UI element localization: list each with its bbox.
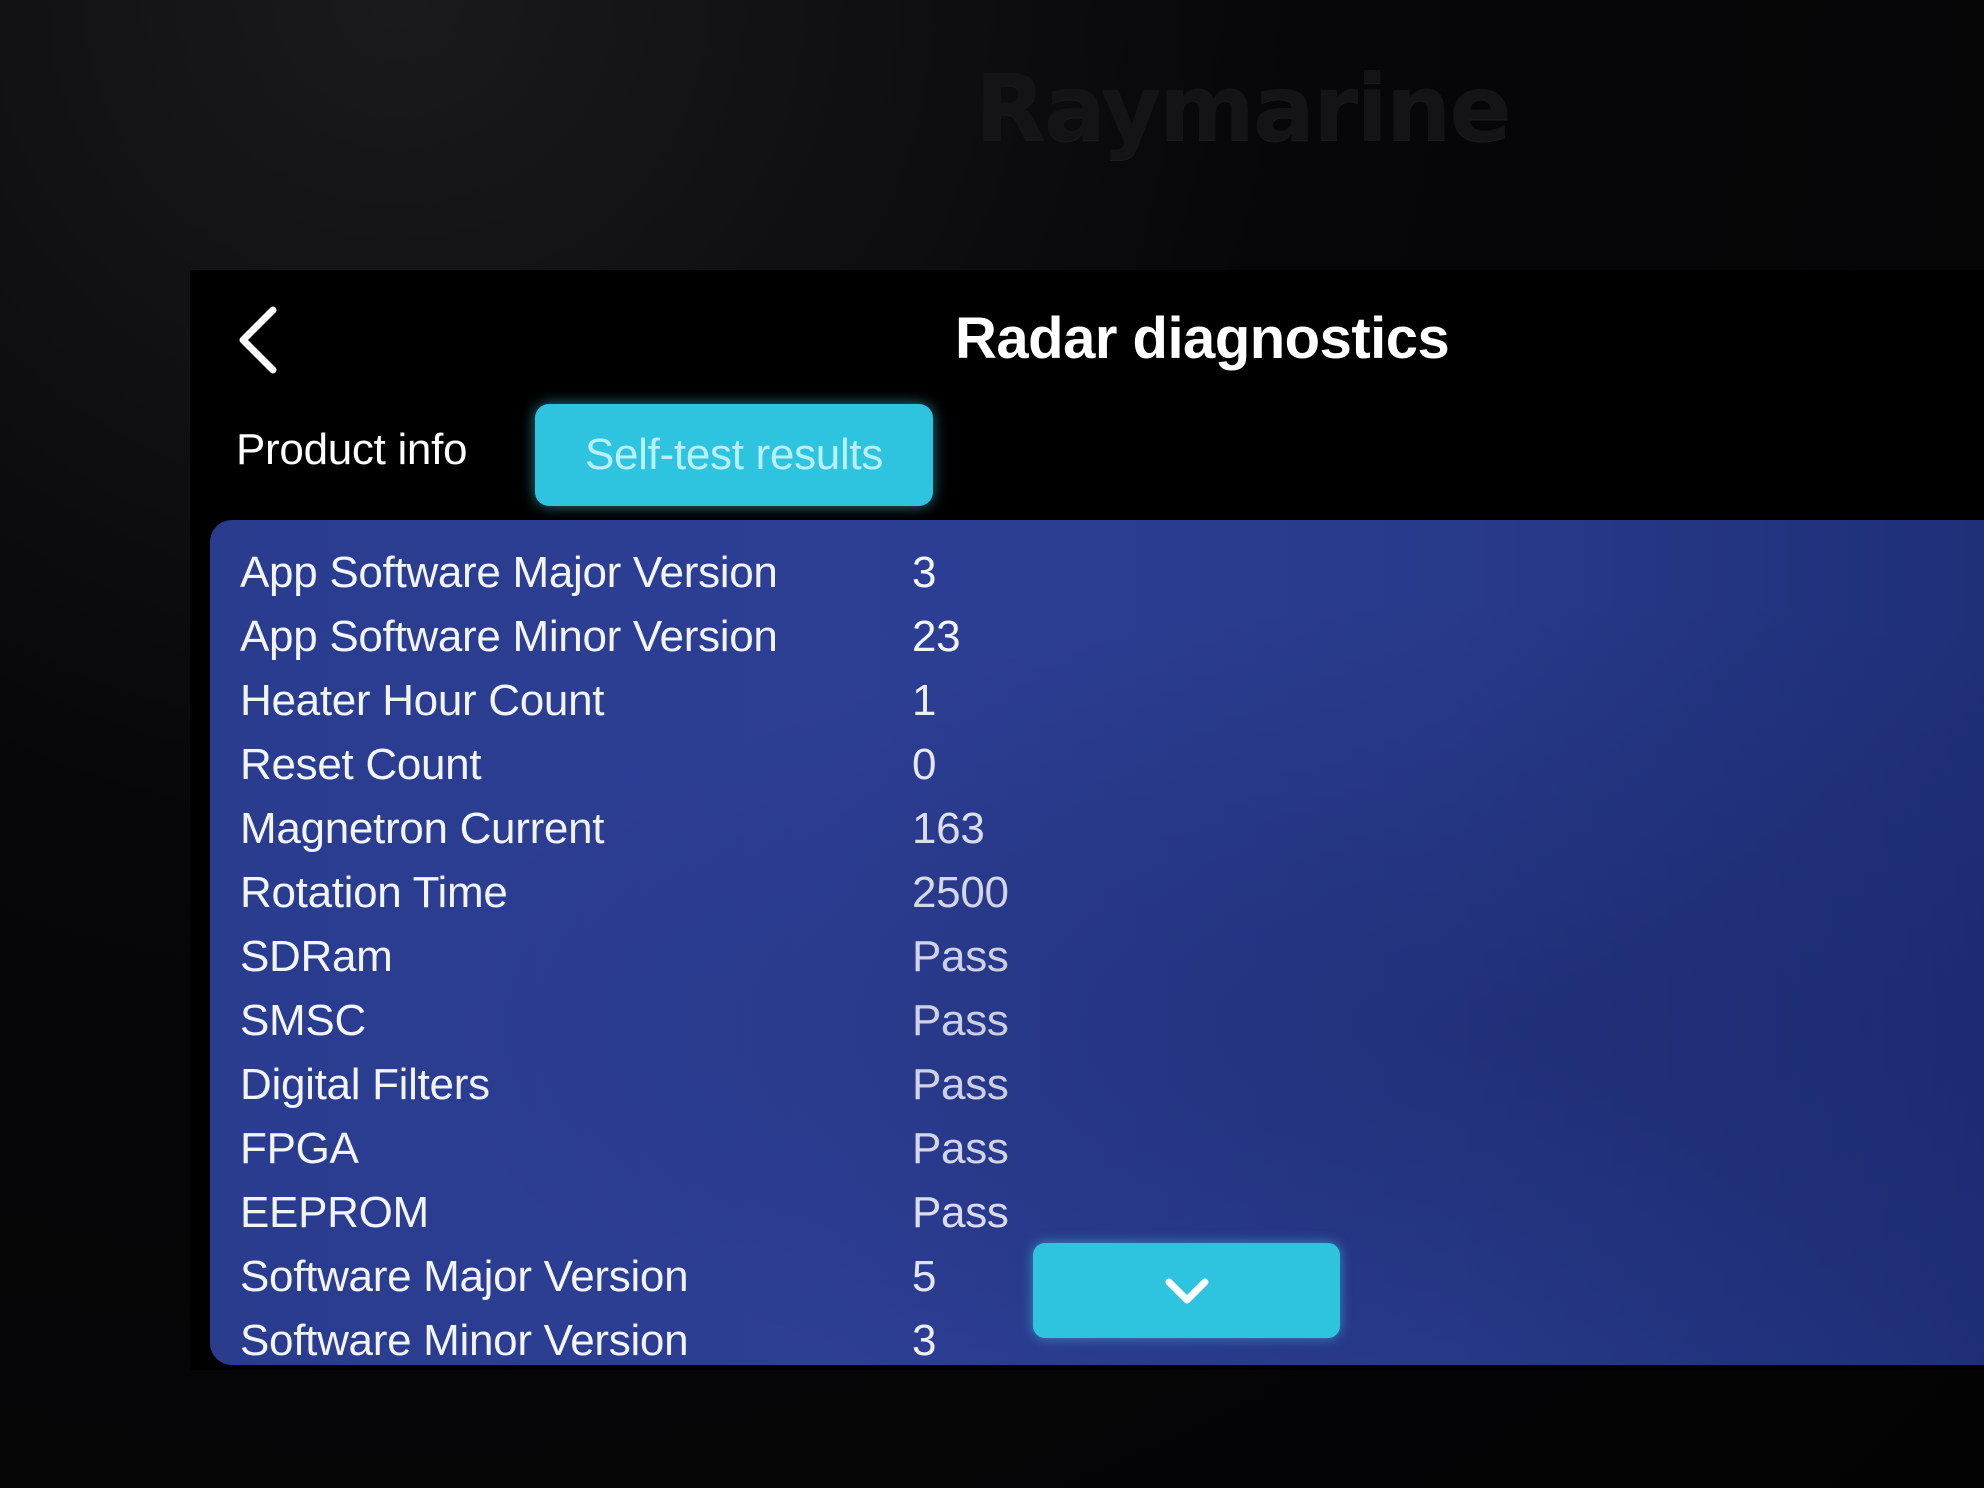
chevron-down-icon [1165, 1278, 1208, 1303]
result-value: 2500 [912, 868, 1009, 917]
brand-logo: Raymarine [975, 55, 1512, 162]
result-row: Reset Count 0 [240, 732, 1240, 796]
tab-self-test-results[interactable]: Self-test results [535, 404, 933, 506]
tab-label: Self-test results [584, 430, 884, 479]
result-value: Pass [912, 1060, 1009, 1109]
result-label: Software Minor Version [240, 1316, 689, 1365]
result-value: Pass [912, 1124, 1009, 1173]
result-row: Digital Filters Pass [240, 1052, 1240, 1116]
result-row: App Software Minor Version 23 [240, 604, 1240, 668]
result-label: Rotation Time [240, 868, 508, 917]
result-label: Heater Hour Count [240, 676, 605, 725]
result-row: SMSC Pass [240, 988, 1240, 1052]
chevron-left-icon [239, 306, 277, 374]
result-label: SMSC [240, 996, 366, 1045]
result-value: 23 [912, 612, 961, 661]
page-title: Radar diagnostics [955, 306, 1450, 371]
result-value: 3 [912, 548, 937, 597]
back-button[interactable] [225, 300, 295, 380]
results-panel[interactable]: App Software Major Version 3 App Softwar… [210, 520, 1984, 1365]
tab-product-info[interactable]: Product info [236, 425, 468, 475]
result-value: 5 [912, 1252, 937, 1301]
results-list: App Software Major Version 3 App Softwar… [240, 540, 1240, 1365]
result-row: SDRam Pass [240, 924, 1240, 988]
result-label: App Software Major Version [240, 548, 778, 597]
result-row: FPGA Pass [240, 1116, 1240, 1180]
result-value: 0 [912, 740, 937, 789]
result-row: Rotation Time 2500 [240, 860, 1240, 924]
result-label: Magnetron Current [240, 804, 605, 853]
result-label: EEPROM [240, 1188, 429, 1237]
result-label: App Software Minor Version [240, 612, 778, 661]
result-label: Digital Filters [240, 1060, 490, 1109]
result-row: Magnetron Current 163 [240, 796, 1240, 860]
result-label: SDRam [240, 932, 393, 981]
result-value: 3 [912, 1316, 937, 1365]
result-value: Pass [912, 932, 1009, 981]
result-row: EEPROM Pass [240, 1180, 1240, 1244]
scroll-down-button[interactable] [1033, 1243, 1340, 1338]
result-value: Pass [912, 1188, 1009, 1237]
result-value: 1 [912, 676, 937, 725]
result-label: Reset Count [240, 740, 482, 789]
result-row: Heater Hour Count 1 [240, 668, 1240, 732]
result-value: 163 [912, 804, 985, 853]
result-row: App Software Major Version 3 [240, 540, 1240, 604]
result-value: Pass [912, 996, 1009, 1045]
result-label: FPGA [240, 1124, 359, 1173]
result-label: Software Major Version [240, 1252, 689, 1301]
